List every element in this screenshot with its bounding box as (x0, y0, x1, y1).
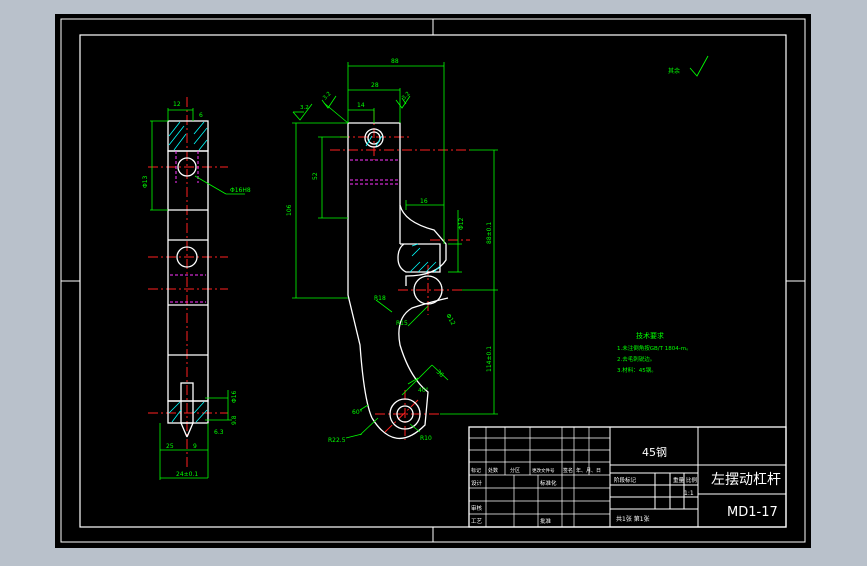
front-dim-40deg: 40° (418, 387, 429, 394)
drawing-sheet: 12 6 Φ13 Φ16H8 Φ16 9.8 6.3 25 9 24±0.1 8… (55, 14, 811, 548)
notes-title: 技术要求 (636, 331, 664, 340)
header-col-2: 分区 (510, 467, 520, 474)
title-drawing-number: MD1-17 (727, 505, 778, 520)
title-part-name: 左摆动杠杆 (711, 472, 781, 488)
front-dim-114-tol: 114±0.1 (486, 346, 493, 372)
cad-viewport[interactable]: 12 6 Φ13 Φ16H8 Φ16 9.8 6.3 25 9 24±0.1 8… (0, 0, 867, 562)
stage-header-weight: 重量 (673, 476, 685, 484)
side-dim-9: 9 (193, 443, 197, 450)
front-dim-r18: R18 (374, 295, 386, 302)
row-approve: 批准 (540, 517, 552, 525)
header-col-1: 处数 (488, 467, 498, 474)
header-col-0: 标记 (471, 467, 481, 474)
sheet-count: 共1张 第1张 (616, 515, 650, 523)
row-review: 审核 (471, 504, 483, 512)
front-dim-60deg: 60° (352, 409, 363, 416)
side-dim-width-12: 12 (173, 101, 181, 108)
side-dim-6-3: 6.3 (214, 429, 224, 436)
side-dim-6: 6 (199, 112, 203, 119)
front-dim-r10: R10 (420, 435, 432, 442)
header-col-4: 签名 (563, 467, 573, 474)
side-dim-phi16H8: Φ16H8 (230, 187, 251, 194)
stage-header-scale: 比例 (686, 476, 698, 484)
front-dim-r15: R15 (396, 320, 408, 327)
row-design: 设计 (471, 479, 483, 487)
front-roughness-3-2: 3.2 (300, 105, 309, 111)
title-material: 45钢 (642, 446, 667, 459)
front-dim-28: 28 (371, 82, 379, 89)
row-standardization: 标准化 (540, 479, 557, 487)
side-dim-phi16: Φ16 (231, 390, 238, 403)
header-col-5: 年、月、日 (576, 467, 601, 474)
notes-item-2: 2.去毛刺锐边。 (617, 355, 655, 363)
front-dim-14: 14 (357, 102, 365, 109)
scale-value: 1:1 (684, 490, 694, 497)
front-dim-r22-5: R22.5 (328, 437, 346, 444)
side-dim-25: 25 (166, 443, 174, 450)
side-dim-phi13: Φ13 (142, 175, 149, 188)
notes-item-3: 3.材料：45钢。 (617, 366, 657, 374)
front-dim-phi12: Φ12 (458, 217, 465, 230)
front-dim-52: 52 (312, 172, 319, 180)
side-dim-24: 24±0.1 (176, 471, 198, 478)
front-dim-88-tol: 88±0.1 (486, 222, 493, 244)
row-process: 工艺 (471, 518, 483, 525)
notes-item-1: 1.未注倒角按GB/T 1804-m。 (617, 344, 692, 352)
roughness-note-label: 其余 (668, 67, 680, 75)
header-col-3: 更改文件号 (532, 467, 555, 474)
stage-header-mark: 阶段标记 (614, 476, 637, 484)
side-dim-9-8: 9.8 (231, 415, 238, 425)
front-dim-106: 106 (286, 204, 293, 216)
front-dim-88: 88 (391, 58, 399, 65)
front-dim-16: 16 (420, 198, 428, 205)
